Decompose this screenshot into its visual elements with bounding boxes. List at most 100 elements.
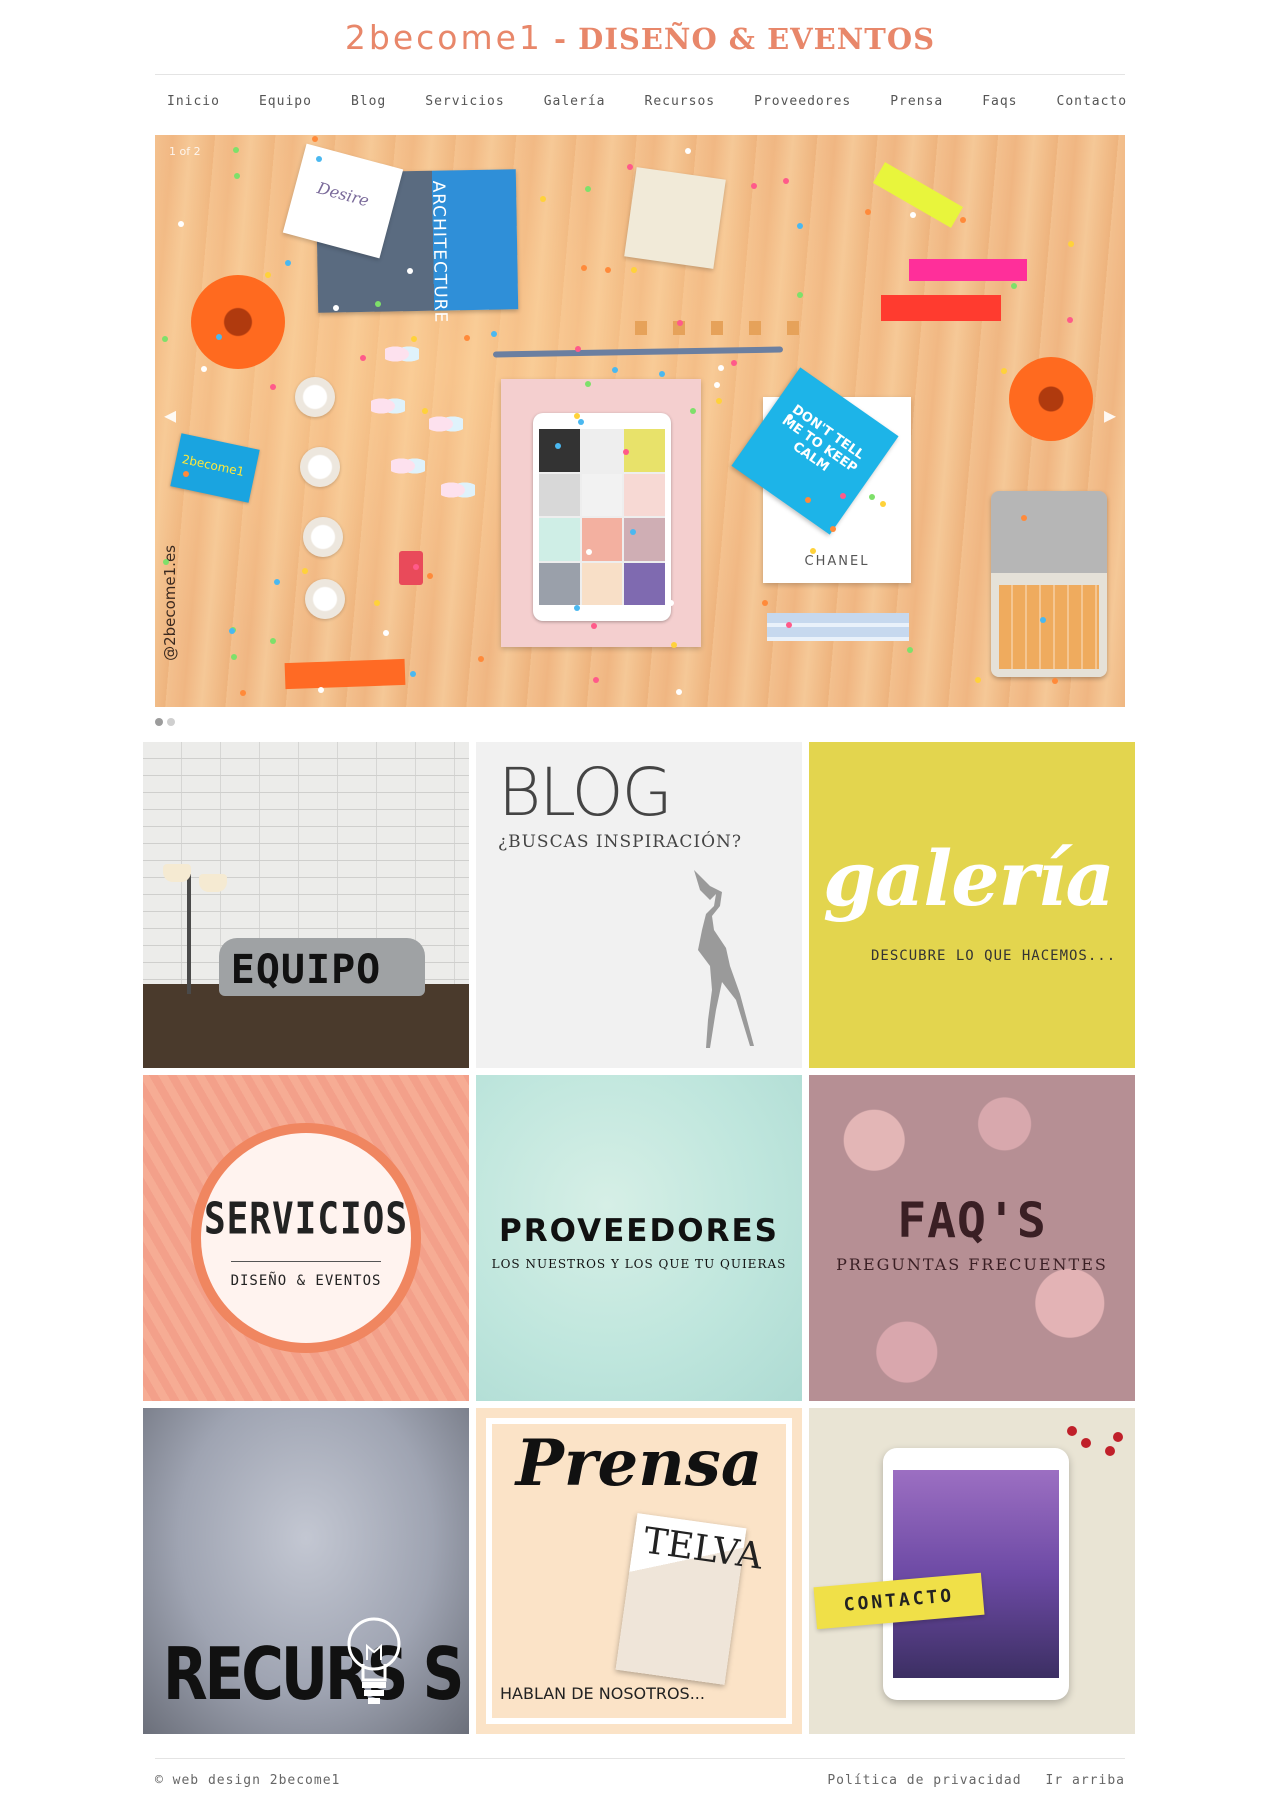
confetti-dot xyxy=(410,671,416,677)
tile-blog-title: BLOG xyxy=(498,754,673,831)
slider-pagination xyxy=(155,718,175,726)
confetti-dot xyxy=(229,628,235,634)
confetti-dot xyxy=(869,494,875,500)
slider-dot-1[interactable] xyxy=(155,718,163,726)
berry xyxy=(1081,1438,1091,1448)
tile-prensa[interactable]: Prensa TELVA HABLAN DE NOSOTROS... xyxy=(476,1408,802,1734)
divider xyxy=(231,1261,381,1262)
magazine-cover: TELVA xyxy=(615,1513,765,1685)
brand-name[interactable]: 2become1 xyxy=(345,18,543,57)
nav-item-prensa[interactable]: Prensa xyxy=(878,94,955,109)
highlighter-orange xyxy=(284,658,406,690)
site-footer: © web design 2become1 Política de privac… xyxy=(155,1758,1125,1798)
confetti-dot xyxy=(302,568,308,574)
confetti-dot xyxy=(555,443,561,449)
confetti-dot xyxy=(274,579,280,585)
back-to-top-link[interactable]: Ir arriba xyxy=(1046,1773,1125,1788)
confetti-dot xyxy=(907,647,913,653)
confetti-dot xyxy=(716,398,722,404)
tile-servicios-title: SERVICIOS xyxy=(203,1194,409,1245)
nav-item-galeria[interactable]: Galería xyxy=(532,94,618,109)
confetti-dot xyxy=(318,687,324,693)
keep-calm-text: DON'T TELL ME TO KEEP CALM xyxy=(778,402,867,477)
confetti-dot xyxy=(178,221,184,227)
confetti-dot xyxy=(910,212,916,218)
confetti-dot xyxy=(231,654,237,660)
nav-item-equipo[interactable]: Equipo xyxy=(247,94,324,109)
tealight xyxy=(295,377,335,417)
tile-faqs[interactable]: FAQ'S PREGUNTAS FRECUENTES xyxy=(809,1075,1135,1401)
confetti-dot xyxy=(216,334,222,340)
sofa-legs xyxy=(233,996,413,1008)
confetti-dot xyxy=(605,267,611,273)
brand-separator: - xyxy=(542,22,579,56)
stamp-tin xyxy=(991,491,1107,677)
confetti-dot xyxy=(1001,368,1007,374)
tile-galeria[interactable]: galería DESCUBRE LO QUE HACEMOS... xyxy=(809,742,1135,1068)
highlighter-red xyxy=(881,295,1001,321)
site-header: 2become1 - DISEÑO & EVENTOS xyxy=(155,0,1125,75)
slider-dot-2[interactable] xyxy=(167,718,175,726)
confetti-dot xyxy=(270,384,276,390)
privacy-policy-link[interactable]: Política de privacidad xyxy=(827,1773,1021,1788)
confetti-dot xyxy=(586,549,592,555)
footer-links: Política de privacidad Ir arriba xyxy=(827,1773,1125,1788)
confetti-dot xyxy=(668,600,674,606)
lamp-shade xyxy=(199,874,227,892)
slider-prev-button[interactable]: ◀ xyxy=(161,397,179,433)
nav-item-recursos[interactable]: Recursos xyxy=(633,94,728,109)
letter-stamps xyxy=(635,321,825,335)
confetti-dot xyxy=(316,156,322,162)
confetti-dot xyxy=(751,183,757,189)
confetti-dot xyxy=(797,292,803,298)
nav-item-servicios[interactable]: Servicios xyxy=(413,94,516,109)
confetti-dot xyxy=(312,136,318,142)
perfume-bottle xyxy=(399,551,423,585)
confetti-dot xyxy=(810,548,816,554)
berry xyxy=(1105,1446,1115,1456)
tile-equipo[interactable]: EQUIPO xyxy=(143,742,469,1068)
tile-contacto[interactable]: CONTACTO xyxy=(809,1408,1135,1734)
slider-next-button[interactable]: ▶ xyxy=(1101,397,1119,433)
nav-item-inicio[interactable]: Inicio xyxy=(155,94,232,109)
confetti-dot xyxy=(411,336,417,342)
confetti-dot xyxy=(201,366,207,372)
site-title[interactable]: 2become1 - DISEÑO & EVENTOS xyxy=(155,18,1125,57)
confetti-dot xyxy=(233,147,239,153)
confetti-dot xyxy=(1011,283,1017,289)
tile-proveedores[interactable]: PROVEEDORES LOS NUESTROS Y LOS QUE TU QU… xyxy=(476,1075,802,1401)
gerbera-flower xyxy=(191,275,285,369)
pencil xyxy=(492,346,784,358)
nav-item-blog[interactable]: Blog xyxy=(339,94,398,109)
confetti-dot xyxy=(383,630,389,636)
tile-galeria-subtitle: DESCUBRE LO QUE HACEMOS... xyxy=(871,948,1117,964)
confetti-dot xyxy=(630,529,636,535)
confetti-dot xyxy=(360,355,366,361)
nav-item-faqs[interactable]: Faqs xyxy=(970,94,1029,109)
hero-slider[interactable]: ARCHITECTURE Desire CHANEL DON'T TELL ME… xyxy=(155,135,1125,707)
confetti-dot xyxy=(162,336,168,342)
tile-recursos-title: RECURS S xyxy=(163,1631,464,1717)
confetti-dot xyxy=(374,600,380,606)
confetti-dot xyxy=(585,186,591,192)
tile-recursos[interactable]: RECURS S xyxy=(143,1408,469,1734)
stamp-tiles xyxy=(999,585,1099,669)
paper-butterfly xyxy=(371,393,405,419)
tile-servicios[interactable]: SERVICIOS DISEÑO & EVENTOS xyxy=(143,1075,469,1401)
tile-equipo-label: EQUIPO xyxy=(230,947,382,993)
main-nav: Inicio Equipo Blog Servicios Galería Rec… xyxy=(155,76,1126,126)
tile-contacto-label: CONTACTO xyxy=(842,1585,956,1616)
gerbera-flower xyxy=(1009,357,1093,441)
confetti-dot xyxy=(1068,241,1074,247)
nav-item-contacto[interactable]: Contacto xyxy=(1045,94,1140,109)
nav-item-proveedores[interactable]: Proveedores xyxy=(742,94,863,109)
confetti-dot xyxy=(762,600,768,606)
confetti-dot xyxy=(975,677,981,683)
tile-prensa-subtitle: HABLAN DE NOSOTROS... xyxy=(500,1684,705,1703)
highlighter-yellow xyxy=(873,162,963,228)
tile-servicios-subtitle: DISEÑO & EVENTOS xyxy=(230,1273,382,1289)
confetti-dot xyxy=(786,622,792,628)
tealight xyxy=(300,447,340,487)
confetti-dot xyxy=(623,449,629,455)
tile-blog[interactable]: BLOG ¿BUSCAS INSPIRACIÓN? xyxy=(476,742,802,1068)
